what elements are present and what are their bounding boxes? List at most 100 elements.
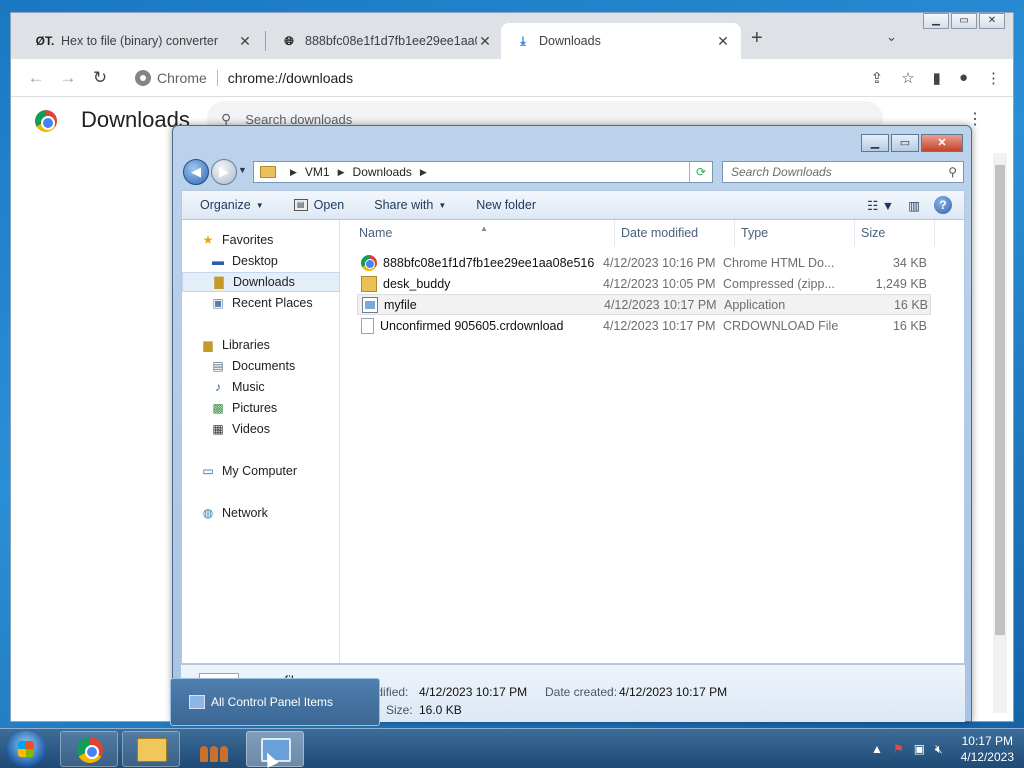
side-panel-icon[interactable]: ▮ bbox=[933, 69, 941, 87]
open-button[interactable]: ▤ Open bbox=[293, 198, 344, 212]
close-button[interactable]: ✕ bbox=[979, 13, 1005, 29]
download-icon: ⤓ bbox=[520, 33, 526, 48]
nav-label: My Computer bbox=[222, 464, 298, 478]
downloads-folder-icon: ▇ bbox=[214, 275, 224, 289]
refresh-icon[interactable]: ⟳ bbox=[689, 161, 713, 183]
nav-item-desktop[interactable]: ▬ Desktop bbox=[182, 251, 340, 271]
folder-icon bbox=[260, 166, 276, 178]
column-label: Size bbox=[861, 226, 886, 240]
navigation-pane: ★ Favorites ▬ Desktop ▇ Downloads ▣ Rece… bbox=[182, 220, 340, 663]
minimize-button[interactable]: ▁ bbox=[861, 134, 889, 152]
system-tray: ▲ ⚑ ▣ 🔇︎ 10:17 PM 4/12/2023 bbox=[871, 729, 1014, 768]
column-header-size[interactable]: Size bbox=[855, 220, 935, 246]
nav-item-libraries[interactable]: ▆ Libraries bbox=[182, 335, 340, 355]
close-icon[interactable]: ✕ bbox=[237, 33, 253, 50]
show-hidden-icons-icon[interactable]: ▲ bbox=[871, 742, 883, 756]
menu-kebab-icon[interactable]: ⋮ bbox=[986, 69, 1001, 87]
chrome-logo-icon bbox=[35, 110, 57, 132]
view-options-icon[interactable]: ☷ ▼ bbox=[867, 198, 894, 213]
tab-hash-page[interactable]: 🌐︎ 888bfc08e1f1d7fb1ee29ee1aa08e516 ✕ bbox=[267, 23, 503, 59]
search-icon[interactable]: ⚲ bbox=[948, 165, 957, 179]
file-type: CRDOWNLOAD File bbox=[723, 318, 839, 333]
omnibox-url[interactable]: chrome://downloads bbox=[228, 70, 353, 86]
table-row[interactable]: desk_buddy 4/12/2023 10:05 PM Compressed… bbox=[357, 273, 931, 294]
nav-item-music[interactable]: ♪ Music bbox=[182, 377, 340, 397]
share-icon[interactable]: ⇪ bbox=[871, 69, 884, 87]
share-label: Share with bbox=[374, 198, 434, 212]
nav-item-network[interactable]: ◍ Network bbox=[182, 503, 340, 523]
breadcrumb-separator-icon[interactable]: ▶ bbox=[420, 167, 427, 178]
new-folder-button[interactable]: New folder bbox=[476, 198, 536, 212]
reload-icon[interactable]: ↻ bbox=[87, 65, 113, 91]
recent-pages-chevron-icon[interactable]: ▼ bbox=[238, 165, 247, 175]
maximize-button[interactable]: ▭ bbox=[891, 134, 919, 152]
breadcrumb-separator-icon[interactable]: ▶ bbox=[290, 167, 297, 178]
nav-item-recent-places[interactable]: ▣ Recent Places bbox=[182, 293, 340, 313]
nav-item-pictures[interactable]: ▩ Pictures bbox=[182, 398, 340, 418]
nav-item-my-computer[interactable]: ▭ My Computer bbox=[182, 461, 340, 481]
file-name: desk_buddy bbox=[361, 275, 611, 292]
help-icon[interactable]: ? bbox=[934, 196, 952, 214]
close-icon[interactable]: ✕ bbox=[715, 33, 731, 50]
column-header-date[interactable]: Date modified bbox=[615, 220, 735, 246]
tab-downloads[interactable]: ⤓ Downloads ✕ bbox=[501, 23, 741, 59]
new-tab-button[interactable]: + bbox=[751, 27, 763, 50]
nav-item-documents[interactable]: ▤ Documents bbox=[182, 356, 340, 376]
network-status-icon[interactable]: ▣ bbox=[914, 742, 925, 756]
taskbar-chrome-button[interactable] bbox=[60, 731, 118, 767]
share-with-button[interactable]: Share with ▼ bbox=[374, 198, 446, 212]
scrollbar-thumb[interactable] bbox=[995, 165, 1005, 635]
taskbar-explorer-button[interactable] bbox=[122, 731, 180, 767]
file-name: 888bfc08e1f1d7fb1ee29ee1aa08e516 bbox=[361, 254, 611, 271]
page-scrollbar[interactable] bbox=[993, 153, 1007, 713]
breadcrumb-separator-icon[interactable]: ▶ bbox=[338, 167, 345, 178]
command-bar: Organize ▼ ▤ Open Share with ▼ New folde… bbox=[181, 190, 965, 220]
bookmark-star-icon[interactable]: ☆ bbox=[901, 69, 914, 87]
omnibox-divider bbox=[216, 70, 218, 86]
organize-button[interactable]: Organize ▼ bbox=[200, 198, 264, 212]
tab-strip: ØT. Hex to file (binary) converter ✕ 🌐︎ … bbox=[11, 13, 1013, 59]
file-name-text: myfile bbox=[384, 297, 417, 312]
volume-muted-icon[interactable]: 🔇︎ bbox=[935, 742, 943, 757]
taskbar-app-button[interactable] bbox=[184, 731, 242, 767]
action-center-flag-icon[interactable]: ⚑ bbox=[893, 742, 904, 756]
clock[interactable]: 10:17 PM 4/12/2023 bbox=[961, 733, 1014, 765]
nav-item-favorites[interactable]: ★ Favorites bbox=[182, 230, 340, 250]
explorer-body: ★ Favorites ▬ Desktop ▇ Downloads ▣ Rece… bbox=[181, 220, 965, 664]
breadcrumb-item[interactable]: VM1 bbox=[305, 165, 330, 179]
column-header-name[interactable]: ▲ Name bbox=[341, 220, 615, 246]
nav-item-videos[interactable]: ▦ Videos bbox=[182, 419, 340, 439]
tab-search-chevron-icon[interactable]: ⌄ bbox=[886, 29, 897, 45]
address-row: ◀ ▶ ▼ ▶ VM1 ▶ Downloads ▶ ▼ ⟳ Search Dow… bbox=[181, 159, 965, 185]
nav-label: Favorites bbox=[222, 233, 274, 247]
maximize-button[interactable]: ▭ bbox=[951, 13, 977, 29]
search-input[interactable]: Search Downloads ⚲ bbox=[722, 161, 964, 183]
back-arrow-icon[interactable]: ◀ bbox=[183, 159, 209, 185]
profile-avatar-icon[interactable]: ● bbox=[959, 69, 968, 87]
tab-hex-converter[interactable]: ØT. Hex to file (binary) converter ✕ bbox=[23, 23, 263, 59]
column-header-type[interactable]: Type bbox=[735, 220, 855, 246]
details-modified-value: 4/12/2023 10:17 PM bbox=[419, 685, 528, 699]
breadcrumb-item[interactable]: Downloads bbox=[353, 165, 412, 179]
nav-item-downloads[interactable]: ▇ Downloads bbox=[182, 272, 340, 292]
breadcrumb[interactable]: ▶ VM1 ▶ Downloads ▶ ▼ bbox=[253, 161, 713, 183]
table-row[interactable]: Unconfirmed 905605.crdownload 4/12/2023 … bbox=[357, 315, 931, 336]
tab-title: Downloads bbox=[539, 34, 601, 48]
blank-file-icon bbox=[361, 317, 374, 334]
file-list: ▲ Name Date modified Type Size 888bfc08e… bbox=[341, 220, 966, 663]
table-row[interactable]: myfile 4/12/2023 10:17 PM Application 16… bbox=[357, 294, 931, 315]
chevron-down-icon: ▼ bbox=[438, 200, 447, 210]
table-row[interactable]: 888bfc08e1f1d7fb1ee29ee1aa08e516 4/12/20… bbox=[357, 252, 931, 273]
file-type: Compressed (zipp... bbox=[723, 276, 835, 291]
preview-pane-icon[interactable]: ▥ bbox=[908, 198, 920, 213]
back-arrow-icon[interactable]: ← bbox=[23, 65, 49, 91]
forward-arrow-icon[interactable]: ▶ bbox=[211, 159, 237, 185]
forward-arrow-icon[interactable]: → bbox=[55, 65, 81, 91]
close-button[interactable]: ✕ bbox=[921, 134, 963, 152]
nav-label: Recent Places bbox=[232, 296, 313, 310]
taskbar-thumbnail-popup[interactable]: All Control Panel Items bbox=[170, 678, 380, 726]
explorer-window-controls: ▁ ▭ ✕ bbox=[861, 134, 963, 152]
minimize-button[interactable]: ▁ bbox=[923, 13, 949, 29]
start-button[interactable] bbox=[6, 731, 46, 767]
close-icon[interactable]: ✕ bbox=[477, 33, 493, 50]
